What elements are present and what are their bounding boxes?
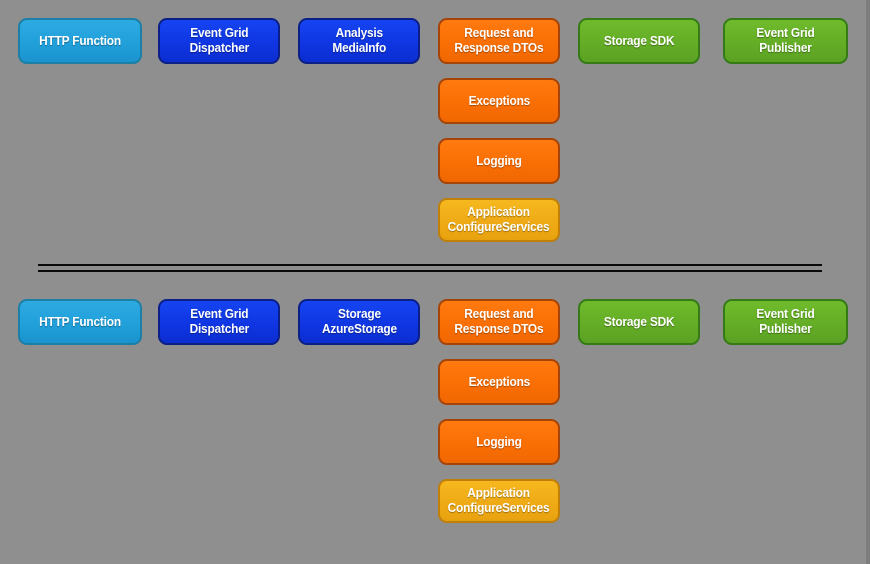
node-http-function[interactable]: HTTP Function <box>18 18 142 64</box>
node-request-and-response-dtos[interactable]: Request and Response DTOs <box>438 299 560 345</box>
node-label: Storage SDK <box>603 314 675 329</box>
node-label: Exceptions <box>468 374 530 389</box>
node-label: Exceptions <box>468 93 530 108</box>
node-event-grid-dispatcher[interactable]: Event Grid Dispatcher <box>158 18 280 64</box>
divider-rule-lower <box>38 270 822 272</box>
node-label: Application ConfigureServices <box>448 205 550 234</box>
node-label: Request and Response DTOs <box>454 307 544 336</box>
node-label: Application ConfigureServices <box>448 486 550 515</box>
node-label: HTTP Function <box>39 33 121 48</box>
node-label: Storage SDK <box>603 33 675 48</box>
section-divider <box>38 264 822 273</box>
node-label: Logging <box>476 153 522 168</box>
section-bottom-architecture: HTTP Function Event Grid Dispatcher Storag… <box>0 281 870 564</box>
node-label: Storage AzureStorage <box>321 307 397 336</box>
node-label: HTTP Function <box>39 314 121 329</box>
diagram-canvas: HTTP Function Event Grid Dispatcher Analys… <box>0 0 870 564</box>
node-event-grid-publisher[interactable]: Event Grid Publisher <box>723 18 848 64</box>
section-top-architecture: HTTP Function Event Grid Dispatcher Analys… <box>0 0 870 268</box>
node-label: Event Grid Dispatcher <box>189 26 249 55</box>
node-label: Event Grid Publisher <box>756 307 815 336</box>
node-label: Analysis MediaInfo <box>332 26 386 55</box>
node-application-configureservices[interactable]: Application ConfigureServices <box>438 198 560 242</box>
node-event-grid-dispatcher[interactable]: Event Grid Dispatcher <box>158 299 280 345</box>
node-exceptions[interactable]: Exceptions <box>438 78 560 124</box>
node-exceptions[interactable]: Exceptions <box>438 359 560 405</box>
node-label: Logging <box>476 434 522 449</box>
node-storage-azurestorage[interactable]: Storage AzureStorage <box>298 299 420 345</box>
node-event-grid-publisher[interactable]: Event Grid Publisher <box>723 299 848 345</box>
node-application-configureservices[interactable]: Application ConfigureServices <box>438 479 560 523</box>
node-logging[interactable]: Logging <box>438 419 560 465</box>
node-label: Event Grid Publisher <box>756 26 815 55</box>
node-storage-sdk[interactable]: Storage SDK <box>578 299 700 345</box>
node-http-function[interactable]: HTTP Function <box>18 299 142 345</box>
divider-rule-upper <box>38 264 822 266</box>
node-label: Request and Response DTOs <box>454 26 544 55</box>
node-storage-sdk[interactable]: Storage SDK <box>578 18 700 64</box>
canvas-right-edge <box>866 0 870 564</box>
node-label: Event Grid Dispatcher <box>189 307 249 336</box>
node-request-and-response-dtos[interactable]: Request and Response DTOs <box>438 18 560 64</box>
node-logging[interactable]: Logging <box>438 138 560 184</box>
node-analysis-mediainfo[interactable]: Analysis MediaInfo <box>298 18 420 64</box>
